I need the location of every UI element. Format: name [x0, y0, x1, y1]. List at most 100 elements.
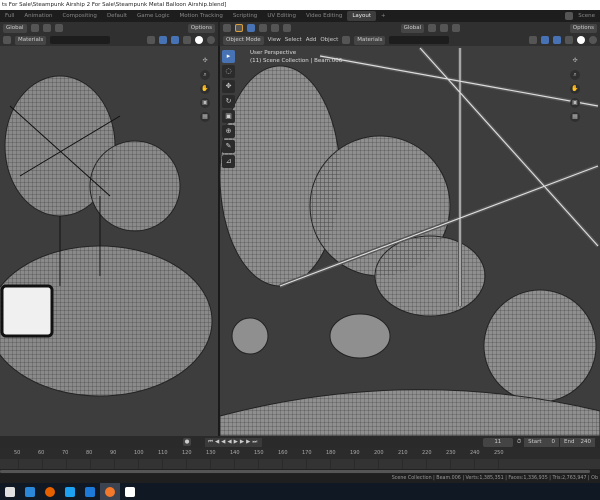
- frame-tick-label: 230: [446, 450, 456, 456]
- right-3d-viewport[interactable]: User Perspective (11) Scene Collection |…: [220, 46, 600, 436]
- store-icon[interactable]: [0, 483, 20, 500]
- right-viewport-header-2: Object Mode View Select Add Object Mater…: [220, 34, 600, 46]
- status-bar: Scene Collection | Beam.006 | Verts:1,38…: [0, 474, 600, 483]
- add-workspace-button[interactable]: +: [376, 10, 391, 22]
- snap-icon[interactable]: [440, 24, 449, 32]
- right-nav-gizmo: ✣ ⌕ ✋ ▣ ▦: [570, 56, 580, 122]
- pivot-icon[interactable]: [428, 24, 437, 32]
- select-box-icon[interactable]: [235, 24, 243, 32]
- frame-tick-label: 160: [278, 450, 288, 456]
- select-tool-icon[interactable]: ▸: [222, 50, 235, 63]
- pivot-icon[interactable]: [30, 24, 39, 32]
- pan-icon[interactable]: ✋: [200, 84, 210, 94]
- tab-animation[interactable]: Animation: [19, 10, 57, 22]
- camera-icon[interactable]: ▣: [570, 98, 580, 108]
- tab-layout[interactable]: Layout: [347, 11, 377, 21]
- record-button[interactable]: ●: [183, 438, 191, 446]
- tab-compositing[interactable]: Compositing: [57, 10, 101, 22]
- snap-icon[interactable]: [42, 24, 51, 32]
- end-frame-field[interactable]: End 240: [560, 437, 595, 447]
- right-scene-render: [220, 46, 600, 436]
- tab-uv-editing[interactable]: UV Editing: [262, 10, 301, 22]
- select-mode-subtract-icon[interactable]: [271, 24, 279, 32]
- tab-motion-tracking[interactable]: Motion Tracking: [175, 10, 228, 22]
- pan-icon[interactable]: ✋: [570, 84, 580, 94]
- tab-scripting[interactable]: Scripting: [228, 10, 262, 22]
- app-icon[interactable]: [80, 483, 100, 500]
- left-3d-viewport[interactable]: ✣ ⌕ ✋ ▣ ▦: [0, 46, 218, 436]
- solid-shading-icon[interactable]: [577, 36, 585, 44]
- blender-icon[interactable]: [100, 483, 120, 500]
- editor-type-icon[interactable]: [223, 24, 231, 32]
- wireframe-shading-icon[interactable]: [565, 36, 573, 44]
- select-mode-new-icon[interactable]: [247, 24, 255, 32]
- tab-default[interactable]: Default: [102, 10, 132, 22]
- firefox-icon[interactable]: [40, 483, 60, 500]
- frame-grid-line: [258, 459, 259, 469]
- material-dropdown[interactable]: Materials: [15, 35, 47, 45]
- proportional-icon[interactable]: [452, 24, 461, 32]
- orientation-dropdown[interactable]: Global: [400, 23, 425, 33]
- current-frame-field[interactable]: 11: [482, 437, 513, 447]
- mail-icon[interactable]: [20, 483, 40, 500]
- tab-video-editing[interactable]: Video Editing: [301, 10, 347, 22]
- gizmo-icon[interactable]: [529, 36, 537, 44]
- twitter-icon[interactable]: [60, 483, 80, 500]
- gizmo-icon[interactable]: [147, 36, 155, 44]
- xray-icon[interactable]: [171, 36, 179, 44]
- timeline-ruler[interactable]: 50 60 70 80 90 100 110 120 130 140 150 160 170 180 190…: [0, 448, 600, 459]
- tab-game-logic[interactable]: Game Logic: [132, 10, 175, 22]
- overlay-icon[interactable]: [541, 36, 549, 44]
- timeline-track[interactable]: [0, 459, 600, 469]
- frame-grid-line: [474, 459, 475, 469]
- select-mode-extend-icon[interactable]: [259, 24, 267, 32]
- options-dropdown[interactable]: Options: [569, 23, 597, 33]
- orientation-dropdown[interactable]: Global: [3, 23, 27, 33]
- start-frame-field[interactable]: Start 0: [524, 437, 560, 447]
- menu-select[interactable]: Select: [285, 37, 302, 43]
- move-tool-icon[interactable]: ✥: [222, 80, 235, 93]
- material-shading-icon[interactable]: [207, 36, 215, 44]
- material-dropdown[interactable]: Materials: [354, 35, 386, 45]
- wireframe-shading-icon[interactable]: [183, 36, 191, 44]
- select-mode-intersect-icon[interactable]: [283, 24, 291, 32]
- camera-icon[interactable]: ▣: [200, 98, 210, 108]
- search-input[interactable]: [389, 36, 450, 44]
- cursor-tool-icon[interactable]: ◌: [222, 65, 235, 78]
- left-scene-render: [0, 75, 213, 397]
- annotate-tool-icon[interactable]: ✎: [222, 140, 235, 153]
- menu-object[interactable]: Object: [320, 37, 338, 43]
- zoom-icon[interactable]: ⌕: [200, 70, 210, 80]
- frame-grid-line: [18, 459, 19, 469]
- window-title: ts For Sale\Steampunk Airship 2 For Sale…: [0, 0, 600, 10]
- measure-tool-icon[interactable]: ⊿: [222, 155, 235, 168]
- search-input[interactable]: [50, 36, 111, 44]
- xray-icon[interactable]: [553, 36, 561, 44]
- frame-tick-label: 150: [254, 450, 264, 456]
- transform-tool-icon[interactable]: ⊕: [222, 125, 235, 138]
- rotate-tool-icon[interactable]: ↻: [222, 95, 235, 108]
- solid-shading-icon[interactable]: [195, 36, 203, 44]
- proportional-icon[interactable]: [54, 24, 63, 32]
- overlay-icon[interactable]: [159, 36, 167, 44]
- perspective-icon[interactable]: ▦: [200, 112, 210, 122]
- axis-gizmo-icon[interactable]: ✣: [200, 56, 210, 66]
- menu-view[interactable]: View: [268, 37, 281, 43]
- amazon-icon[interactable]: [120, 483, 140, 500]
- axis-gizmo-icon[interactable]: ✣: [570, 56, 580, 66]
- zoom-icon[interactable]: ⌕: [570, 70, 580, 80]
- playback-controls[interactable]: ⏮◀◀◀▶▶▶⏭: [205, 437, 263, 447]
- options-dropdown[interactable]: Options: [187, 23, 215, 33]
- material-shading-icon[interactable]: [589, 36, 597, 44]
- stopwatch-icon[interactable]: ⏱: [517, 439, 521, 446]
- frame-tick-label: 50: [14, 450, 21, 456]
- mode-dropdown[interactable]: Object Mode: [223, 35, 264, 45]
- perspective-icon[interactable]: ▦: [570, 112, 580, 122]
- materials-icon: [3, 36, 11, 44]
- frame-grid-line: [378, 459, 379, 469]
- frame-tick-label: 170: [302, 450, 312, 456]
- scene-selector[interactable]: Scene: [573, 10, 600, 22]
- tab-full[interactable]: Full: [0, 10, 19, 22]
- menu-add[interactable]: Add: [306, 37, 317, 43]
- scale-tool-icon[interactable]: ▣: [222, 110, 235, 123]
